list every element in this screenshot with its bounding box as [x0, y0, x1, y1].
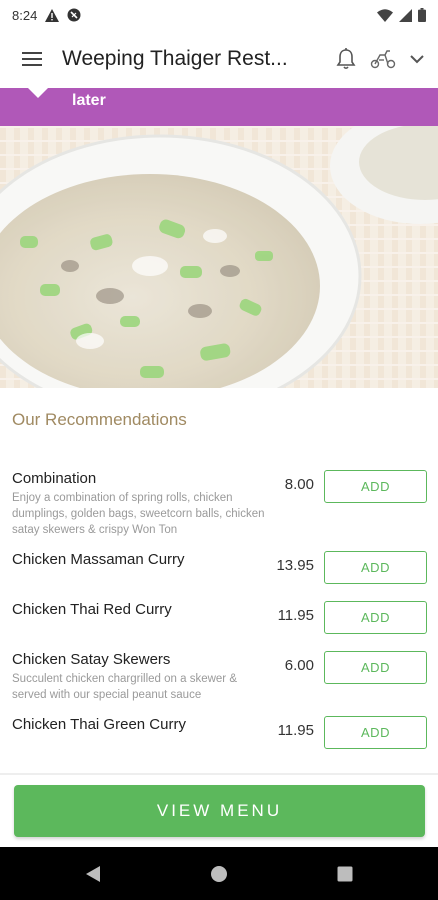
item-name: Combination	[12, 470, 97, 487]
home-circle-icon[interactable]	[156, 865, 282, 883]
item-price: 11.95	[277, 607, 314, 624]
hero-image	[0, 126, 438, 388]
alert-icon	[45, 8, 60, 22]
wifi-icon	[377, 8, 393, 22]
item-name: Chicken Massaman Curry	[12, 551, 185, 568]
signal-icon	[399, 8, 412, 22]
item-description: Succulent chicken chargrilled on a skewe…	[12, 673, 238, 701]
recents-square-icon[interactable]	[282, 866, 408, 882]
section-title: Our Recommendations	[12, 410, 187, 429]
add-button[interactable]: ADD	[324, 551, 427, 584]
item-price: 6.00	[284, 657, 314, 674]
app-bar: Weeping Thaiger Rest...	[0, 30, 438, 88]
add-button[interactable]: ADD	[324, 601, 427, 634]
hamburger-menu-icon[interactable]	[18, 45, 46, 73]
bell-icon[interactable]	[336, 48, 356, 70]
item-name: Chicken Thai Green Curry	[12, 716, 186, 733]
scooter-icon[interactable]	[370, 49, 396, 69]
add-button[interactable]: ADD	[324, 470, 427, 503]
item-name: Chicken Satay Skewers	[12, 651, 171, 668]
item-description: Enjoy a combination of spring rolls, chi…	[12, 492, 265, 536]
add-button[interactable]: ADD	[324, 651, 427, 684]
add-button[interactable]: ADD	[324, 716, 427, 749]
page-title: Weeping Thaiger Rest...	[62, 47, 288, 70]
status-time: 8:24	[12, 7, 38, 23]
battery-icon	[418, 8, 426, 22]
soup-bowl-photo	[0, 126, 438, 388]
banner-notch	[28, 88, 48, 98]
status-bar: 8:24	[0, 0, 438, 30]
item-price: 11.95	[277, 722, 314, 739]
banner-text: later	[72, 92, 106, 109]
no-location-icon	[67, 8, 81, 22]
info-banner: later	[0, 88, 438, 126]
item-name: Chicken Thai Red Curry	[12, 601, 172, 618]
view-menu-button[interactable]: VIEW MENU	[14, 785, 425, 837]
system-nav-bar	[0, 847, 438, 900]
divider	[0, 773, 438, 775]
item-price: 8.00	[284, 476, 314, 493]
back-triangle-icon[interactable]	[30, 865, 156, 883]
chevron-down-icon[interactable]	[410, 54, 424, 64]
item-price: 13.95	[276, 557, 314, 574]
